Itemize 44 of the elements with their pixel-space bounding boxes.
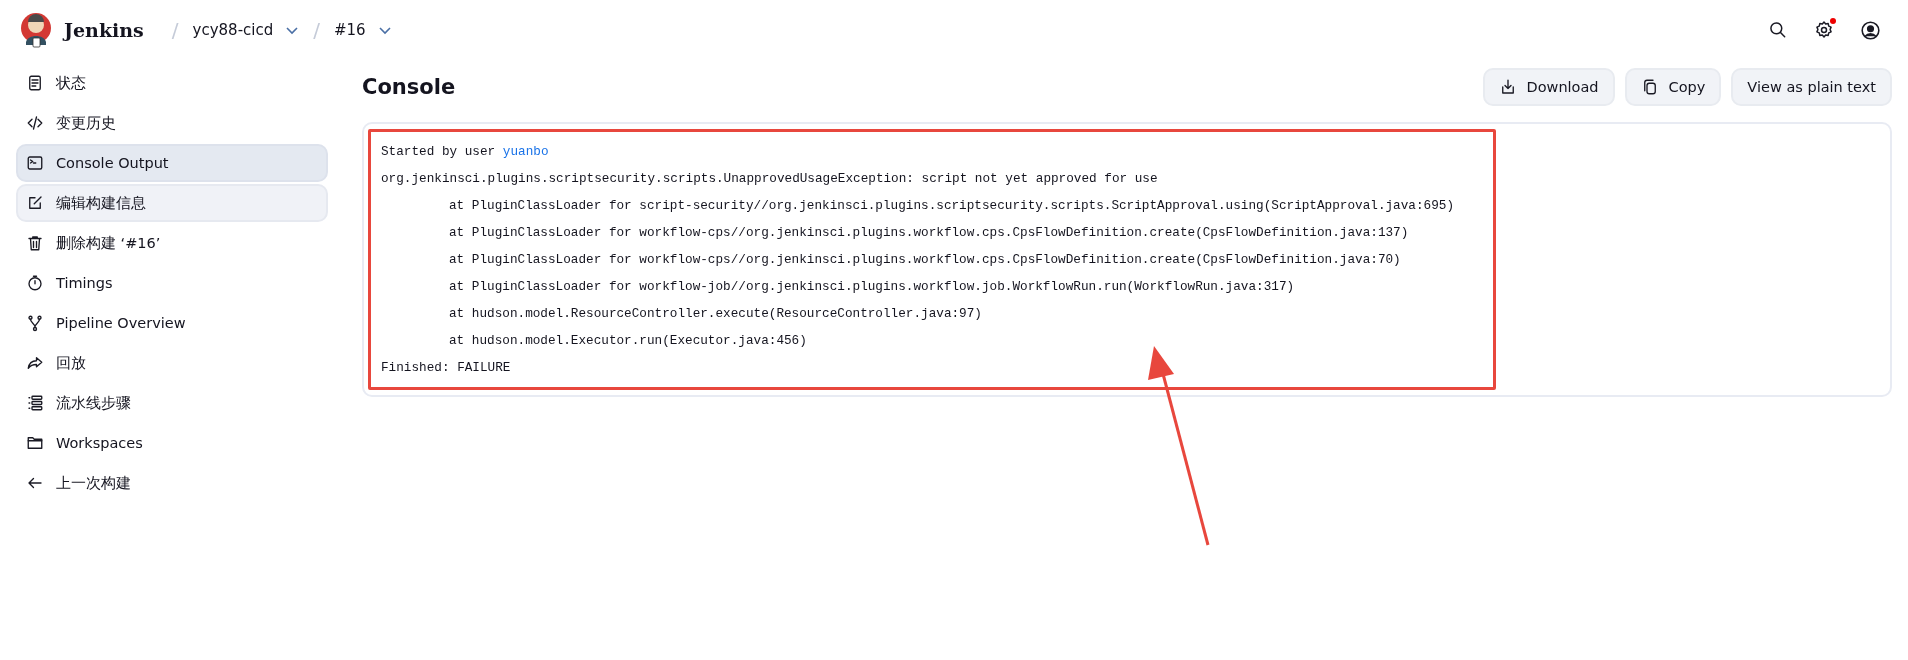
settings-icon	[1814, 20, 1834, 40]
sidebar-item[interactable]: Console Output	[16, 144, 328, 182]
trash-icon	[26, 234, 44, 252]
brand-name[interactable]: Jenkins	[64, 19, 144, 41]
share-arrow-icon	[26, 354, 44, 372]
console-line: at hudson.model.ResourceController.execute(ResourceController.java:97)	[448, 305, 983, 323]
sidebar-item[interactable]: Workspaces	[16, 424, 328, 462]
console-line: at PluginClassLoader for workflow-job//org.jenkinsci.plugins.workflow.job.WorkflowRun.run(WorkflowRun.java:317)	[448, 278, 1296, 296]
edit-icon	[26, 194, 44, 212]
page-title: Console	[362, 75, 457, 99]
console-line: at PluginClassLoader for workflow-cps//org.jenkinsci.plugins.workflow.cps.CpsFlowDefinition.create(CpsFlowDefinition.java:70)	[448, 251, 1402, 269]
highlight-box: Started by user yuanbo org.jenkinsci.plugins.scriptsecurity.scripts.UnapprovedUsageException: script not yet approved for use at PluginClassLoader for script-security//org.jenkinsci.plugins.scriptsecurity.scripts.ScriptApproval.using(ScriptApproval.java:695) at PluginClassLoader for workflow-cps//org.jenkinsci.plugins.workflow.cps.CpsFlowDefinition.create(CpsFlowDefinition.java:137) at PluginClassLoader for workflow-cps//org.jenkinsci.plugins.workflow.cps.CpsFlowDefinition.create(CpsFlowDefinition.java:70) at PluginClassLoader for workflow-job//org.jenkinsci.plugins.workflow.job.WorkflowRun.run(WorkflowRun.java:317) at hudson.model.ResourceController.execute(ResourceController.java:97) at hudson.model.Executor.run(Executor.java:456) Finished: FAILURE	[368, 129, 1496, 390]
code-icon	[26, 114, 44, 132]
download-button[interactable]: Download	[1482, 68, 1615, 106]
list-icon	[26, 394, 44, 412]
sidebar-item[interactable]: 流水线步骤	[16, 384, 328, 422]
console-line: at PluginClassLoader for workflow-cps//org.jenkinsci.plugins.workflow.cps.CpsFlowDefinition.create(CpsFlowDefinition.java:137)	[448, 224, 1410, 242]
console-line: at PluginClassLoader for script-security//org.jenkinsci.plugins.scriptsecurity.scripts.ScriptApproval.using(ScriptApproval.java:695)	[448, 197, 1455, 215]
sidebar-item[interactable]: 删除构建 ‘#16’	[16, 224, 328, 262]
sidebar-item[interactable]: 回放	[16, 344, 328, 382]
butler-logo-icon[interactable]	[20, 12, 52, 48]
document-icon	[26, 74, 44, 92]
terminal-icon	[26, 154, 44, 172]
sidebar-item[interactable]: 上一次构建	[16, 464, 328, 502]
account-icon	[1859, 19, 1881, 41]
folder-icon	[26, 434, 44, 452]
sidebar-item[interactable]: 状态	[16, 64, 328, 102]
breadcrumb-separator: /	[171, 18, 179, 42]
copy-button[interactable]: Copy	[1624, 68, 1722, 106]
sidebar-item[interactable]: Timings	[16, 264, 328, 302]
sidebar-item[interactable]: 变更历史	[16, 104, 328, 142]
console-line: Finished: FAILURE	[381, 359, 512, 377]
search-icon	[1768, 20, 1788, 40]
sidebar-item[interactable]: 编辑构建信息	[16, 184, 328, 222]
breadcrumb-link[interactable]: #16	[334, 21, 366, 39]
breadcrumb-link[interactable]: ycy88-cicd	[192, 21, 274, 39]
user-link[interactable]: yuanbo	[502, 144, 549, 159]
plain-button[interactable]: View as plain text	[1731, 68, 1892, 106]
breadcrumb-separator: /	[313, 18, 320, 42]
branch-icon	[26, 314, 44, 332]
console-line: at hudson.model.Executor.run(Executor.java:456)	[448, 332, 808, 350]
timer-icon	[26, 274, 44, 292]
sidebar-item[interactable]: Pipeline Overview	[16, 304, 328, 342]
console-line: org.jenkinsci.plugins.scriptsecurity.scripts.UnapprovedUsageException: script not yet approved for use	[381, 170, 1159, 188]
